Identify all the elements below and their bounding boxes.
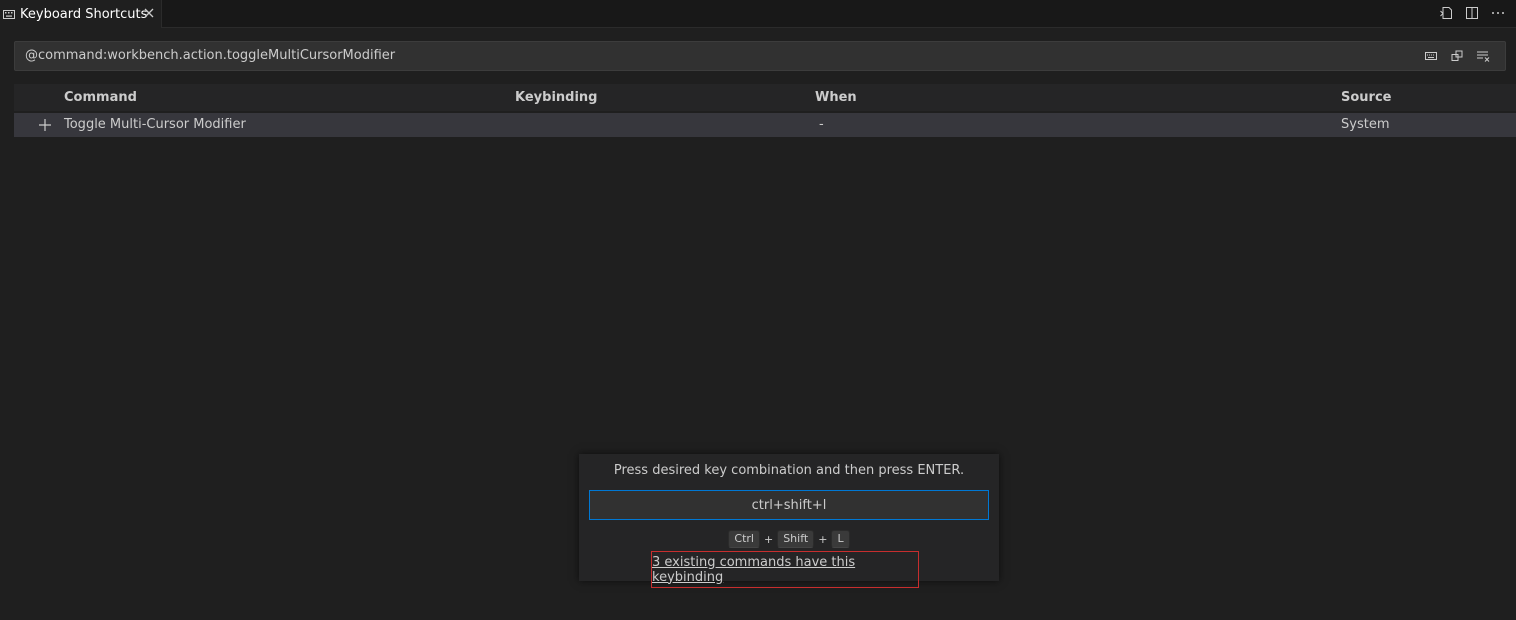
existing-commands-link[interactable]: 3 existing commands have this keybinding xyxy=(652,552,918,587)
keyboard-icon xyxy=(1425,52,1437,60)
table-row[interactable]: Toggle Multi-Cursor Modifier - System xyxy=(14,113,1516,137)
open-json-button[interactable] xyxy=(1438,5,1454,21)
add-keybinding-icon[interactable] xyxy=(38,118,52,132)
keyboard-icon xyxy=(3,9,15,19)
table-header: Command Keybinding When Source xyxy=(14,84,1516,111)
record-keys-button[interactable] xyxy=(1423,48,1439,64)
split-editor-icon xyxy=(1466,7,1478,19)
conflict-highlight-box: 3 existing commands have this keybinding xyxy=(651,551,919,588)
more-actions-button[interactable] xyxy=(1490,5,1506,21)
tab-bar: Keyboard Shortcuts xyxy=(0,0,1516,28)
clear-filter-icon xyxy=(1477,51,1490,62)
search-input[interactable] xyxy=(25,42,1405,70)
command-cell: Toggle Multi-Cursor Modifier xyxy=(64,117,246,132)
column-header-when[interactable]: When xyxy=(815,84,857,111)
ellipsis-icon xyxy=(1492,12,1504,14)
open-file-icon xyxy=(1440,7,1452,19)
key-separator: + xyxy=(818,532,828,546)
split-editor-button[interactable] xyxy=(1464,5,1480,21)
define-keybinding-dialog: Press desired key combination and then p… xyxy=(579,454,999,588)
sort-precedence-icon xyxy=(1451,50,1463,61)
key-separator: + xyxy=(763,532,774,546)
sort-by-precedence-button[interactable] xyxy=(1449,48,1465,64)
dialog-message: Press desired key combination and then p… xyxy=(613,463,965,478)
tab-keyboard-shortcuts[interactable]: Keyboard Shortcuts xyxy=(0,0,162,28)
key-combination-preview: Ctrl + Shift + L xyxy=(579,530,999,548)
column-header-keybinding[interactable]: Keybinding xyxy=(515,84,597,111)
clear-search-button[interactable] xyxy=(1475,48,1491,64)
key-l: L xyxy=(831,530,850,548)
key-shift: Shift xyxy=(777,530,815,548)
column-header-command[interactable]: Command xyxy=(64,84,137,111)
when-cell: - xyxy=(819,117,824,132)
close-icon[interactable] xyxy=(142,6,156,20)
keybinding-input[interactable] xyxy=(589,490,989,520)
editor-actions xyxy=(1438,5,1506,21)
tab-title: Keyboard Shortcuts xyxy=(20,6,148,22)
key-ctrl: Ctrl xyxy=(728,530,760,548)
search-actions xyxy=(1423,48,1491,64)
column-header-source[interactable]: Source xyxy=(1341,84,1391,111)
source-cell: System xyxy=(1341,117,1390,132)
keybindings-search-box xyxy=(14,41,1506,71)
